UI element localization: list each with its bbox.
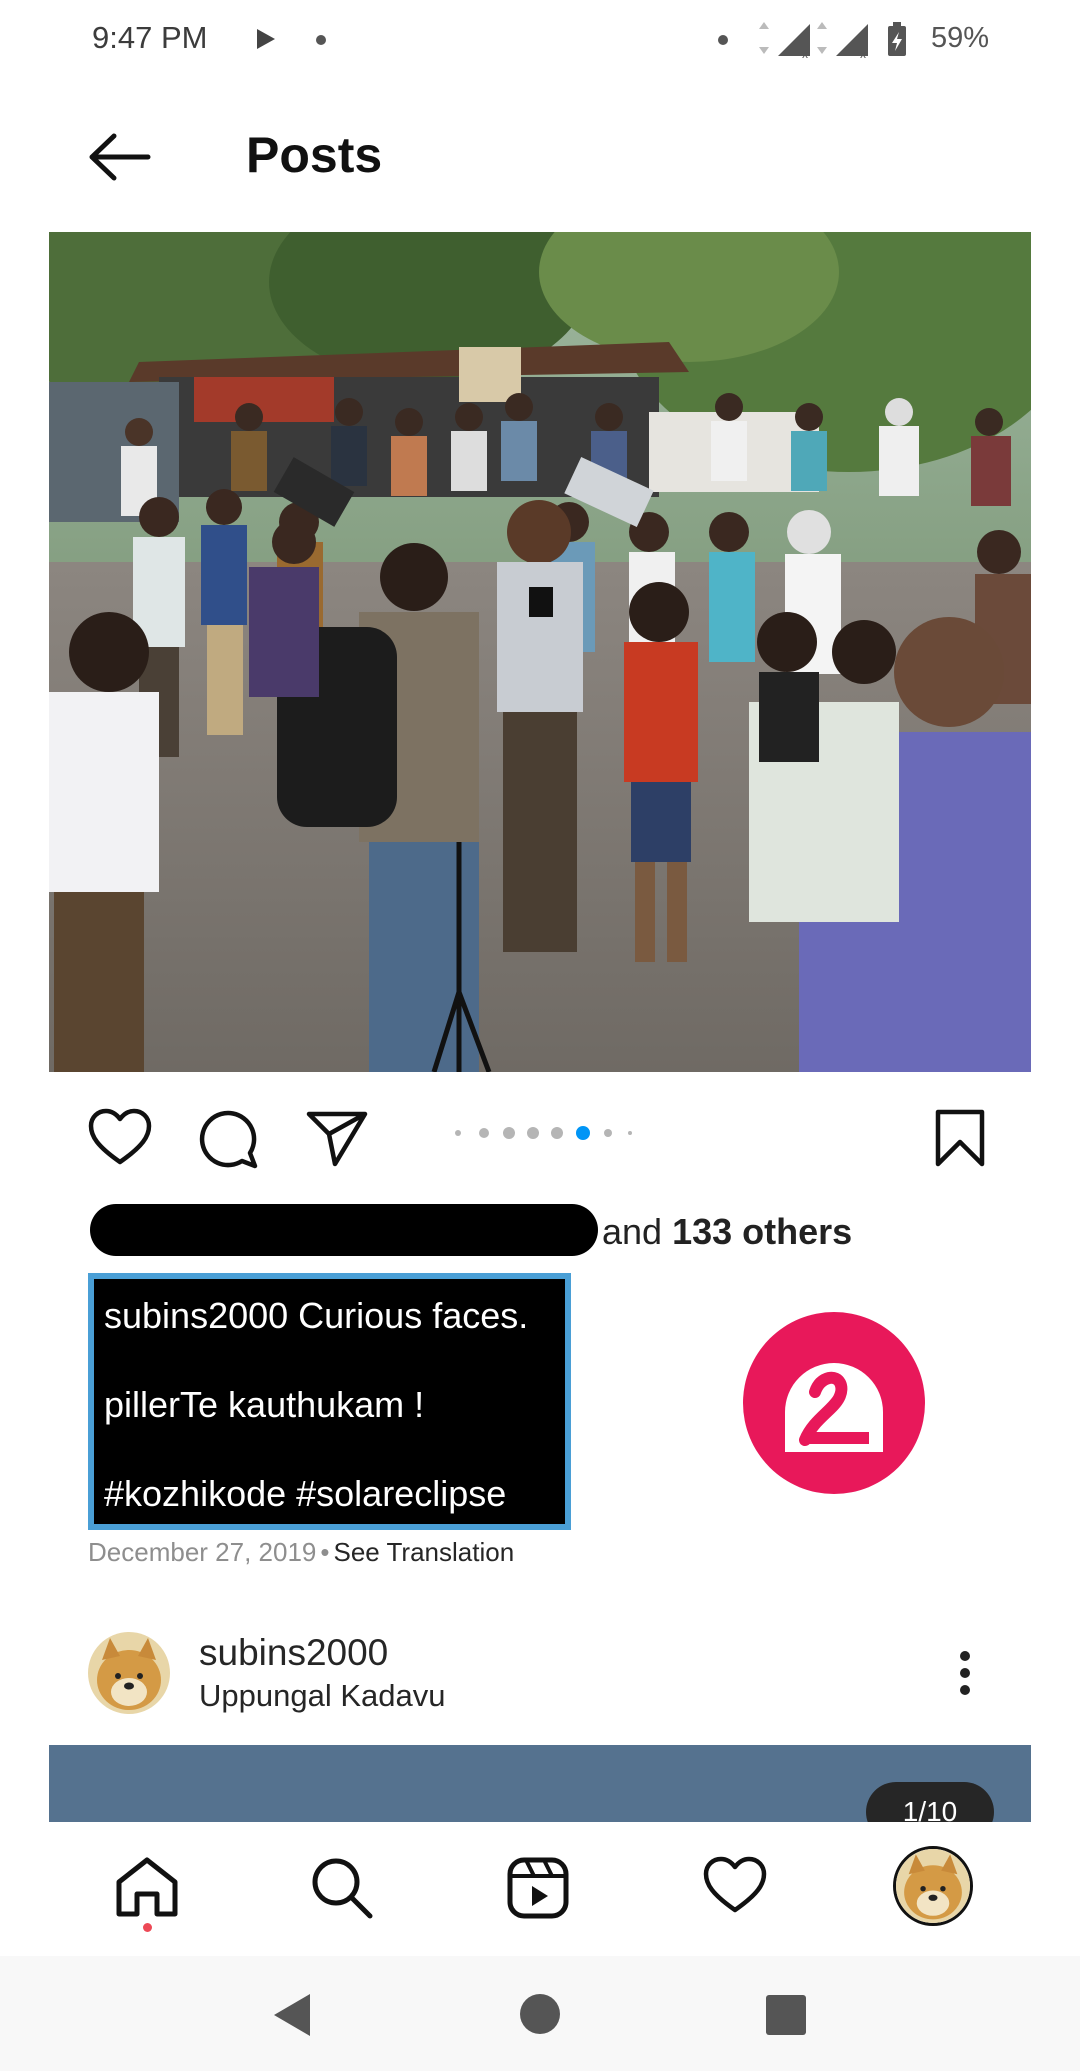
home-notification-dot (143, 1923, 152, 1932)
caption-hashtags[interactable]: #kozhikode #solareclipse (104, 1473, 506, 1515)
signal-icons: x x (759, 22, 906, 60)
notification-dot (718, 35, 728, 45)
reels-icon[interactable] (506, 1856, 570, 1920)
bookmark-icon[interactable] (934, 1108, 986, 1168)
caption-line: pillerTe kauthukam ! (104, 1384, 425, 1425)
svg-text:x: x (860, 47, 866, 60)
system-home-icon[interactable] (518, 1992, 562, 2036)
post-meta: December 27, 2019 • See Translation (88, 1537, 514, 1568)
paper-plane-icon[interactable] (305, 1108, 369, 1168)
search-icon[interactable] (310, 1856, 374, 1920)
battery-percent: 59% (931, 22, 990, 54)
system-back-icon[interactable] (270, 1992, 314, 2038)
carousel-dot (503, 1127, 515, 1139)
carousel-dot (551, 1127, 563, 1139)
caption: subins2000 Curious faces. pillerTe kauth… (88, 1273, 571, 1530)
back-arrow-icon[interactable] (88, 132, 152, 182)
more-vertical-icon[interactable] (955, 1650, 975, 1696)
system-recents-icon[interactable] (765, 1994, 807, 2036)
carousel-dot (628, 1131, 632, 1135)
carousel-dot (527, 1127, 539, 1139)
next-post-username[interactable]: subins2000 (199, 1632, 388, 1674)
profile-avatar[interactable] (893, 1846, 973, 1926)
likes-count[interactable]: and 133 others (602, 1211, 852, 1253)
post-date: December 27, 2019 (88, 1537, 317, 1567)
caption-line: subins2000 Curious faces. (104, 1295, 529, 1336)
carousel-indicator (455, 1126, 645, 1140)
likes-prefix: and (602, 1211, 663, 1252)
carousel-dot-active (576, 1126, 590, 1140)
next-post-location[interactable]: Uppungal Kadavu (199, 1678, 445, 1714)
page-title: Posts (246, 127, 383, 183)
see-translation-link[interactable]: See Translation (333, 1537, 514, 1567)
heart-icon[interactable] (87, 1108, 153, 1168)
carousel-dot (604, 1129, 612, 1137)
notification-dot (316, 35, 326, 45)
carousel-dot (479, 1128, 489, 1138)
carousel-dot (455, 1130, 461, 1136)
media-play-icon (257, 29, 275, 49)
status-time: 9:47 PM (92, 20, 208, 55)
heart-icon[interactable] (702, 1856, 768, 1916)
meta-separator: • (320, 1537, 330, 1567)
home-icon[interactable] (114, 1856, 180, 1918)
post-image[interactable] (49, 232, 1031, 1072)
brand-logo (743, 1312, 925, 1494)
redacted-likers (90, 1204, 598, 1256)
likes-others: 133 others (672, 1211, 853, 1252)
comment-icon[interactable] (197, 1108, 259, 1170)
svg-text:x: x (802, 47, 808, 60)
avatar[interactable] (88, 1632, 170, 1714)
